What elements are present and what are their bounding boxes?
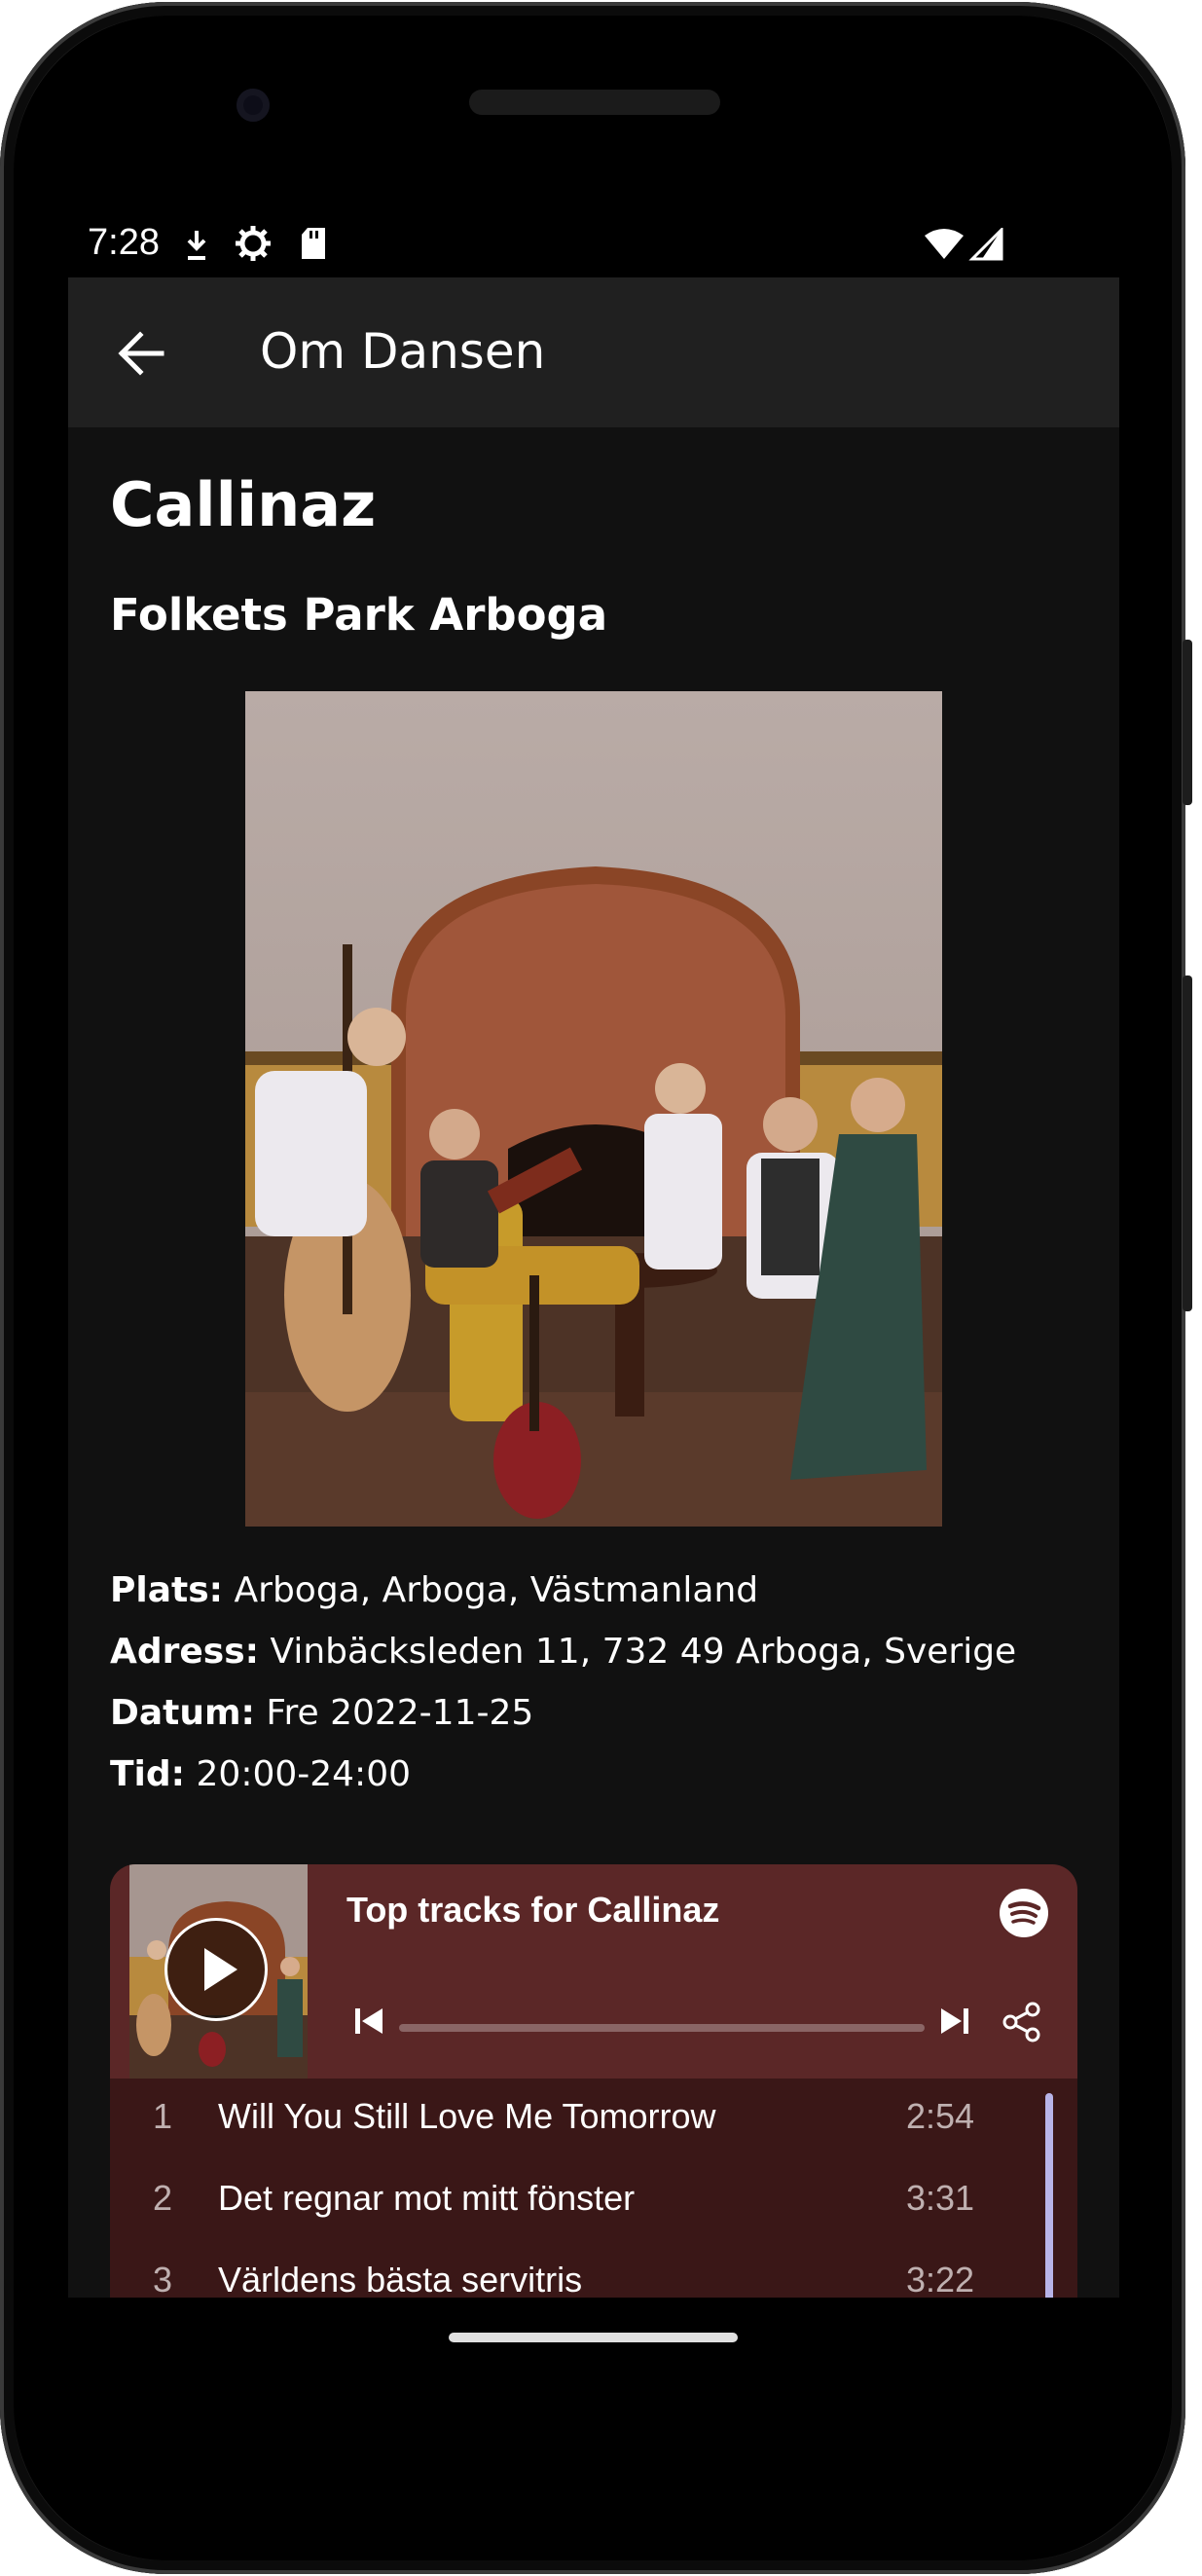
track-duration: 2:54 xyxy=(906,2096,975,2136)
track-number: 1 xyxy=(153,2096,173,2136)
back-arrow-icon[interactable] xyxy=(113,324,171,383)
detail-row: Datum: Fre 2022-11-25 xyxy=(110,1693,533,1733)
spotify-logo-icon[interactable] xyxy=(999,1888,1049,1938)
skip-next-icon[interactable] xyxy=(937,2004,972,2039)
track-duration: 3:31 xyxy=(906,2178,975,2218)
track-list: 1 Will You Still Love Me Tomorrow 2:54 2… xyxy=(110,2079,1077,2298)
track-title: Världens bästa servitris xyxy=(218,2260,583,2298)
detail-value: 20:00-24:00 xyxy=(196,1754,411,1794)
page-title: Om Dansen xyxy=(260,323,546,380)
sd-card-icon xyxy=(302,228,325,259)
playlist-title: Top tracks for Callinaz xyxy=(346,1890,720,1930)
status-time: 7:28 xyxy=(88,222,160,263)
progress-bar[interactable] xyxy=(399,2024,925,2032)
earpiece-speaker xyxy=(469,90,720,115)
home-indicator[interactable] xyxy=(449,2333,738,2342)
detail-value: Arboga, Arboga, Västmanland xyxy=(234,1570,759,1610)
signal-icon xyxy=(968,228,1003,261)
play-icon xyxy=(204,1948,237,1991)
detail-label: Plats: xyxy=(110,1570,224,1610)
detail-row: Tid: 20:00-24:00 xyxy=(110,1754,411,1794)
spotify-embed: Top tracks for Callinaz 1 Will You Still… xyxy=(110,1864,1077,2298)
track-title: Det regnar mot mitt fönster xyxy=(218,2178,636,2218)
track-row[interactable]: 2 Det regnar mot mitt fönster 3:31 xyxy=(110,2160,1077,2242)
track-list-scrollbar[interactable] xyxy=(1045,2093,1053,2298)
track-duration: 3:22 xyxy=(906,2260,975,2298)
detail-row: Plats: Arboga, Arboga, Västmanland xyxy=(110,1570,758,1610)
front-camera xyxy=(237,89,270,122)
screen: 7:28 Om Dansen Callinaz Folkets Park Arb… xyxy=(68,214,1119,2298)
settings-icon xyxy=(236,226,271,261)
app-bar: Om Dansen xyxy=(68,277,1119,427)
detail-value: Fre 2022-11-25 xyxy=(266,1693,534,1733)
volume-button xyxy=(1183,975,1192,1311)
track-number: 2 xyxy=(153,2178,173,2218)
detail-label: Adress: xyxy=(110,1632,260,1672)
status-bar: 7:28 xyxy=(68,214,1119,277)
band-photo xyxy=(245,691,942,1527)
detail-value: Vinbäcksleden 11, 732 49 Arboga, Sverige xyxy=(270,1632,1017,1672)
venue-name: Folkets Park Arboga xyxy=(110,589,608,641)
track-row[interactable]: 1 Will You Still Love Me Tomorrow 2:54 xyxy=(110,2079,1077,2160)
download-icon xyxy=(187,231,206,260)
band-title: Callinaz xyxy=(110,469,377,540)
track-title: Will You Still Love Me Tomorrow xyxy=(218,2096,716,2136)
track-row[interactable]: 3 Världens bästa servitris 3:22 xyxy=(110,2242,1077,2298)
share-icon[interactable] xyxy=(1001,2001,1043,2043)
wifi-icon xyxy=(925,229,964,259)
play-button[interactable] xyxy=(164,1918,268,2021)
power-button xyxy=(1183,640,1192,805)
detail-label: Tid: xyxy=(110,1754,186,1794)
detail-label: Datum: xyxy=(110,1693,255,1733)
skip-previous-icon[interactable] xyxy=(351,2004,386,2039)
track-number: 3 xyxy=(153,2260,173,2298)
detail-row: Adress: Vinbäcksleden 11, 732 49 Arboga,… xyxy=(110,1632,1016,1672)
